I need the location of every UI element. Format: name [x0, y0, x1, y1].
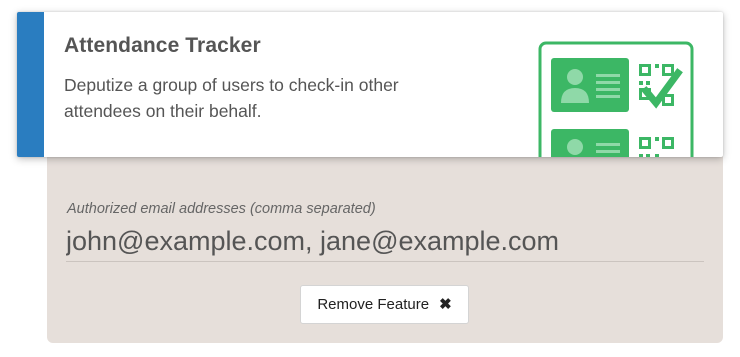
feature-description: Deputize a group of users to check-in ot…: [64, 75, 399, 121]
qr-code-icon: [639, 137, 674, 157]
remove-feature-button[interactable]: Remove Feature ✖: [300, 285, 469, 324]
feature-card: Attendance Tracker Deputize a group of u…: [17, 12, 723, 157]
email-field-label: Authorized email addresses (comma separa…: [67, 201, 376, 217]
remove-feature-label: Remove Feature: [317, 296, 430, 313]
feature-title: Attendance Tracker: [64, 34, 261, 57]
id-card-icon: [551, 58, 629, 112]
close-icon: ✖: [439, 296, 452, 313]
card-accent-bar: [17, 12, 44, 157]
id-card-qr-checkmark-icon: [538, 41, 694, 157]
email-field[interactable]: [66, 222, 704, 262]
id-card-icon: [551, 129, 629, 157]
